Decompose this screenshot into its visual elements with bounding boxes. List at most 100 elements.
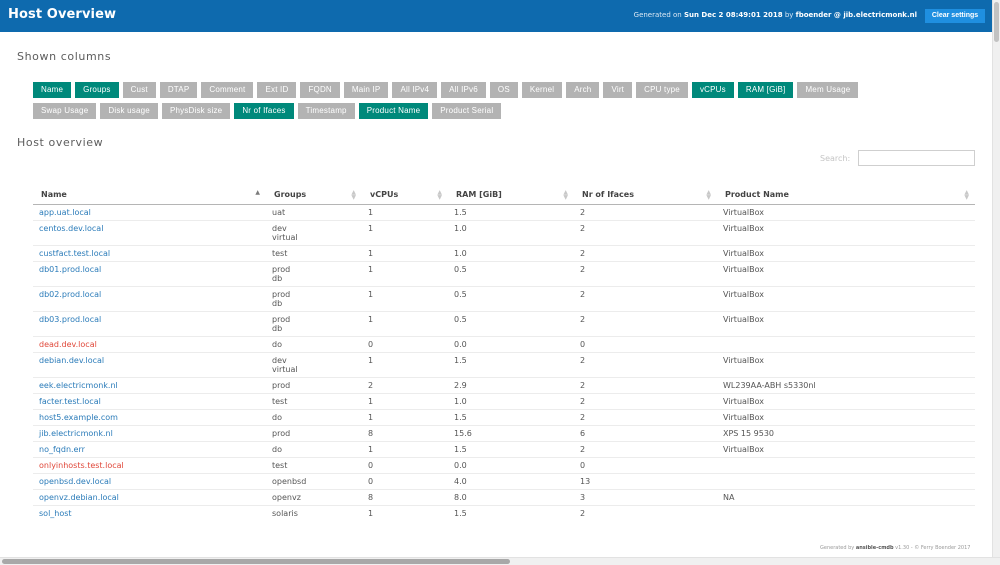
- vertical-scroll-thumb[interactable]: [994, 2, 999, 42]
- cell-name: facter.test.local: [33, 392, 266, 409]
- horizontal-scroll-thumb[interactable]: [2, 559, 510, 564]
- cell-name: eek.electricmonk.nl: [33, 376, 266, 393]
- group-label: openvz: [272, 492, 301, 502]
- cell-vcpus: 1: [362, 285, 448, 311]
- host-link[interactable]: sol_host: [39, 509, 72, 518]
- host-overview-title: Host overview: [17, 136, 104, 149]
- group-label: db: [272, 323, 283, 333]
- column-header-name[interactable]: Name ▲: [33, 187, 266, 205]
- column-toggle-main-ip[interactable]: Main IP: [343, 82, 389, 98]
- host-link[interactable]: centos.dev.local: [39, 224, 103, 233]
- cell-ifaces: 2: [574, 285, 717, 311]
- host-link[interactable]: db02.prod.local: [39, 290, 101, 299]
- column-toggle-ram-gib[interactable]: RAM [GiB]: [737, 82, 794, 98]
- column-toggle-cpu-type[interactable]: CPU type: [636, 82, 688, 98]
- column-toggle-virt[interactable]: Virt: [603, 82, 633, 98]
- column-toggle-all-ipv4[interactable]: All IPv4: [392, 82, 438, 98]
- column-header-ifaces[interactable]: Nr of Ifaces ▲ ▼: [574, 187, 717, 205]
- cell-ram: 1.5: [454, 207, 467, 217]
- host-link[interactable]: facter.test.local: [39, 397, 101, 406]
- search-label: Search:: [820, 154, 851, 163]
- column-toggle-comment[interactable]: Comment: [201, 82, 254, 98]
- cell-vcpus: 0: [362, 335, 448, 352]
- group-label: db: [272, 273, 283, 283]
- host-link[interactable]: db01.prod.local: [39, 265, 101, 274]
- column-toggle-kernel[interactable]: Kernel: [521, 82, 563, 98]
- column-toggle-mem-usage[interactable]: Mem Usage: [797, 82, 859, 98]
- cell-vcpus: 1: [368, 207, 374, 217]
- cell-groups: prod: [266, 376, 362, 393]
- horizontal-scrollbar[interactable]: [0, 557, 1000, 565]
- column-toggle-fqdn[interactable]: FQDN: [300, 82, 340, 98]
- column-toggle-product-serial[interactable]: Product Serial: [432, 103, 502, 119]
- cell-groups: do: [266, 335, 362, 352]
- column-toggle-dtap[interactable]: DTAP: [159, 82, 198, 98]
- host-link[interactable]: host5.example.com: [39, 413, 118, 422]
- column-toggle-os[interactable]: OS: [489, 82, 518, 98]
- table-row: host5.example.com do 1 1.5 2 VirtualBox: [33, 408, 975, 425]
- column-header-groups[interactable]: Groups ▲ ▼: [266, 187, 362, 205]
- group-label: dev: [272, 223, 287, 233]
- cell-ram: 2.9: [448, 376, 574, 393]
- column-toggle-cust[interactable]: Cust: [122, 82, 156, 98]
- cell-ram: 1.0: [448, 244, 574, 261]
- table-row: facter.test.local test 1 1.0 2 VirtualBox: [33, 392, 975, 409]
- column-header-ram[interactable]: RAM [GiB] ▲ ▼: [448, 187, 574, 205]
- host-link[interactable]: dead.dev.local: [39, 340, 97, 349]
- column-toggle-nr-of-ifaces[interactable]: Nr of Ifaces: [234, 103, 294, 119]
- column-toggle-row: Name Groups Cust DTAP Comment Ext ID FQDN Main …: [33, 82, 933, 98]
- host-link[interactable]: openvz.debian.local: [39, 493, 119, 502]
- cell-product-name: NA: [717, 488, 975, 505]
- host-link[interactable]: eek.electricmonk.nl: [39, 381, 118, 390]
- footer-prefix: Generated by: [820, 545, 855, 551]
- cell-ram: 1.5: [448, 351, 574, 377]
- cell-vcpus: 1: [362, 504, 448, 521]
- cell-product-name: VirtualBox: [717, 219, 975, 245]
- cell-ifaces: 2: [574, 504, 717, 521]
- cell-ram: 0.5: [448, 260, 574, 286]
- column-toggle-swap-usage[interactable]: Swap Usage: [33, 103, 97, 119]
- cell-name: debian.dev.local: [33, 351, 266, 377]
- cell-groups: do: [266, 408, 362, 425]
- column-header-vcpus[interactable]: vCPUs ▲ ▼: [362, 187, 448, 205]
- column-toggle-all-ipv6[interactable]: All IPv6: [441, 82, 486, 98]
- host-link[interactable]: db03.prod.local: [39, 315, 101, 324]
- clear-settings-button[interactable]: Clear settings: [925, 9, 985, 23]
- column-toggle-physdisk-size[interactable]: PhysDisk size: [161, 103, 231, 119]
- column-header-label: Product Name: [725, 190, 789, 199]
- host-link[interactable]: no_fqdn.err: [39, 445, 85, 454]
- group-label: openbsd: [272, 476, 307, 486]
- column-toggle-product-name[interactable]: Product Name: [358, 103, 429, 119]
- group-label: do: [272, 412, 282, 422]
- column-toggle-name[interactable]: Name: [33, 82, 72, 98]
- table-row: jib.electricmonk.nl prod 8 15.6 6 XPS 15 9530: [33, 424, 975, 441]
- cell-vcpus: 1: [362, 219, 448, 245]
- host-link[interactable]: app.uat.local: [39, 208, 91, 217]
- vertical-scrollbar[interactable]: [992, 0, 1000, 557]
- column-toggle-ext-id[interactable]: Ext ID: [257, 82, 297, 98]
- column-toggle-arch[interactable]: Arch: [566, 82, 600, 98]
- shown-columns-title: Shown columns: [17, 50, 112, 63]
- column-toggle-groups[interactable]: Groups: [75, 82, 119, 98]
- cell-vcpus: 8: [362, 424, 448, 441]
- table-row: centos.dev.local dev virtual 1 1.0 2 VirtualBo…: [33, 219, 975, 245]
- cell-groups: test: [266, 392, 362, 409]
- host-link[interactable]: custfact.test.local: [39, 249, 110, 258]
- column-toggle-vcpus[interactable]: vCPUs: [691, 82, 734, 98]
- table-body: app.uat.local uat 1 1.5 2 VirtualBox centos.de…: [33, 204, 975, 521]
- cell-product-name: XPS 15 9530: [717, 424, 975, 441]
- column-toggle-disk-usage[interactable]: Disk usage: [100, 103, 158, 119]
- cell-ifaces: 2: [574, 376, 717, 393]
- cell-product-name: VirtualBox: [723, 207, 765, 217]
- cell-ram: 1.0: [448, 392, 574, 409]
- host-link[interactable]: jib.electricmonk.nl: [39, 429, 113, 438]
- cell-product-name: WL239AA-ABH s5330nl: [717, 376, 975, 393]
- host-link[interactable]: debian.dev.local: [39, 356, 104, 365]
- cell-groups: openvz: [266, 488, 362, 505]
- host-link[interactable]: onlyinhosts.test.local: [39, 461, 124, 470]
- search-input[interactable]: [858, 150, 975, 166]
- cell-vcpus: 1: [362, 310, 448, 336]
- column-header-product-name[interactable]: Product Name ▲ ▼: [717, 187, 975, 205]
- host-link[interactable]: openbsd.dev.local: [39, 477, 111, 486]
- column-toggle-timestamp[interactable]: Timestamp: [297, 103, 355, 119]
